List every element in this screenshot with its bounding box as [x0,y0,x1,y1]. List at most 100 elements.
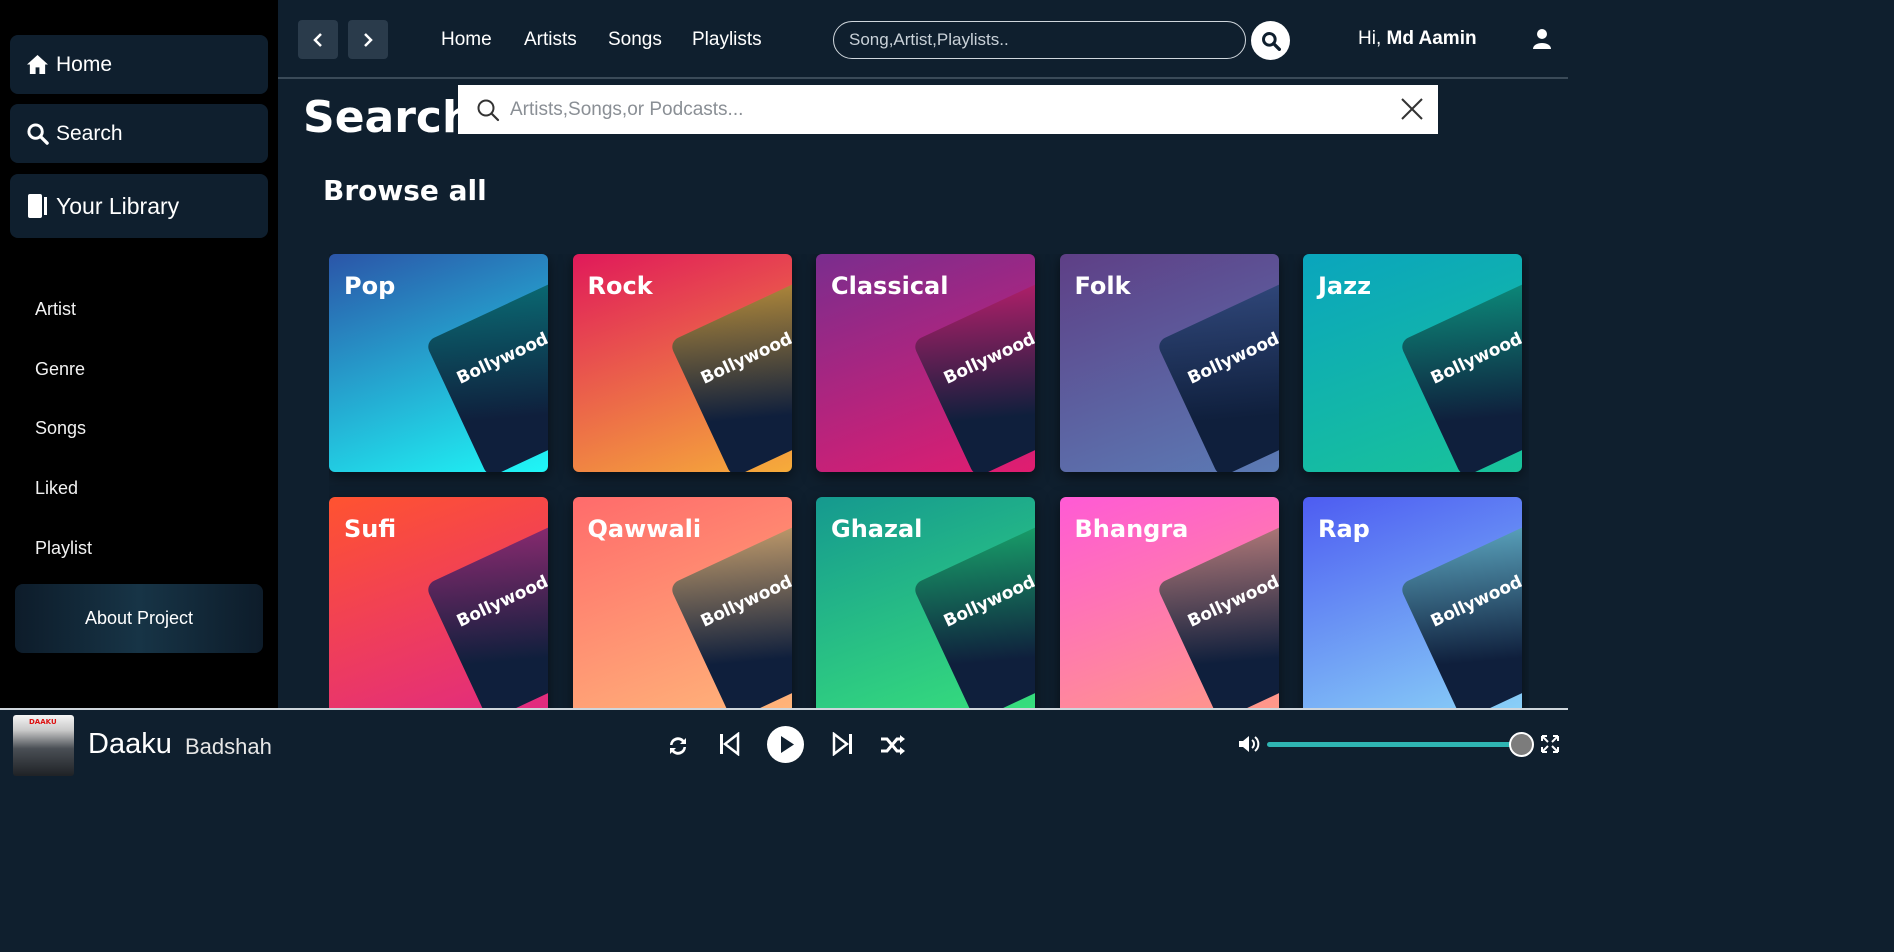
genre-card-title: Jazz [1318,272,1372,300]
genre-card-tile: Bollywood [1399,521,1522,708]
search-icon [1261,31,1281,51]
genre-card-title: Bhangra [1074,515,1189,543]
genre-card-title: Ghazal [831,515,923,543]
genre-card-tile-label: Bollywood [1184,328,1279,389]
library-icon [26,193,56,219]
volume-slider-track[interactable] [1267,742,1519,747]
expand-icon [1541,735,1559,753]
genre-card-tile-label: Bollywood [453,571,548,632]
greeting-text: Hi, [1358,28,1382,49]
sidebar-library-button[interactable]: Your Library [10,174,268,238]
close-icon[interactable] [1400,97,1424,121]
repeat-icon [670,737,686,755]
home-icon [26,54,56,75]
page-title: Search [303,92,474,143]
genre-card-tile-label: Bollywood [940,571,1035,632]
genre-card-tile-label: Bollywood [453,328,548,389]
album-cover-text: DAAKU [29,718,57,726]
play-icon [767,726,804,763]
next-track-button[interactable] [832,732,854,756]
genre-card-tile-label: Bollywood [697,328,792,389]
nav-link-playlists[interactable]: Playlists [692,29,762,51]
genre-card-title: Classical [831,272,949,300]
nav-link-artists[interactable]: Artists [524,29,577,51]
browse-all-heading: Browse all [323,174,487,207]
genre-card-title: Rap [1318,515,1370,543]
sidebar-home-button[interactable]: Home [10,35,268,94]
genre-card-title: Folk [1074,272,1131,300]
genre-card[interactable]: Classical Bollywood [816,254,1035,472]
shuffle-icon [881,735,905,755]
genre-card[interactable]: Qawwali Bollywood [572,497,792,708]
top-search-button[interactable] [1251,21,1290,60]
sidebar-search-button[interactable]: Search [10,104,268,163]
volume-slider-handle[interactable] [1509,732,1534,757]
sidebar-link-songs[interactable]: Songs [35,399,92,459]
repeat-button[interactable] [666,734,690,758]
nav-link-songs[interactable]: Songs [608,29,662,51]
forward-button[interactable] [348,20,388,59]
genre-card-tile-label: Bollywood [940,328,1035,389]
fullscreen-button[interactable] [1541,735,1559,753]
user-greeting: Hi, Md Aamin [1358,28,1477,50]
sidebar-link-liked[interactable]: Liked [35,459,92,519]
main-search-input[interactable]: Artists,Songs,or Podcasts... [458,85,1438,134]
sidebar-link-genre[interactable]: Genre [35,340,92,400]
genre-card[interactable]: Ghazal Bollywood [816,497,1035,708]
sidebar-link-playlist[interactable]: Playlist [35,518,92,578]
track-artist: Badshah [185,734,272,759]
sidebar-home-label: Home [56,52,113,76]
sidebar: Home Search Your Library Artist Genre So… [0,0,278,708]
genre-card-tile: Bollywood [1155,521,1279,708]
user-icon[interactable] [1532,28,1552,54]
skip-back-icon [720,732,740,756]
player-bar: DAAKU Daaku Badshah [0,708,1568,788]
genre-grid: Pop Bollywood Rock Bollywood Classical Bollyw… [329,254,1529,708]
top-search-input[interactable]: Song,Artist,Playlists.. [833,21,1246,59]
about-project-button[interactable]: About Project [15,584,263,653]
genre-card-tile-label: Bollywood [697,571,792,632]
chevron-left-icon [313,32,322,47]
genre-card-tile: Bollywood [1155,278,1279,472]
genre-card[interactable]: Folk Bollywood [1059,254,1279,472]
sidebar-links: Artist Genre Songs Liked Playlist [35,280,92,578]
main-search-placeholder: Artists,Songs,or Podcasts... [510,98,744,120]
genre-card-title: Qawwali [587,515,702,543]
top-navbar: Home Artists Songs Playlists Song,Artist… [278,0,1568,79]
username: Md Aamin [1386,28,1477,49]
genre-card-tile: Bollywood [668,521,792,708]
volume-button[interactable] [1238,734,1262,754]
chevron-right-icon [364,32,373,47]
genre-card-tile: Bollywood [668,278,792,472]
back-button[interactable] [298,20,338,59]
genre-card-title: Sufi [344,515,397,543]
search-icon [477,99,500,121]
play-button[interactable] [767,726,804,763]
genre-card[interactable]: Rock Bollywood [572,254,792,472]
sidebar-search-label: Search [56,121,123,145]
search-icon [26,122,56,145]
genre-card-tile: Bollywood [425,521,548,708]
previous-track-button[interactable] [718,732,740,756]
volume-icon [1239,736,1260,752]
genre-card-tile: Bollywood [912,521,1035,708]
sidebar-link-artist[interactable]: Artist [35,280,92,340]
genre-card[interactable]: Jazz Bollywood [1303,254,1522,472]
genre-card-title: Pop [344,272,396,300]
genre-card-tile: Bollywood [425,278,548,472]
genre-card[interactable]: Sufi Bollywood [329,497,548,708]
genre-card[interactable]: Rap Bollywood [1303,497,1522,708]
genre-card[interactable]: Bhangra Bollywood [1059,497,1279,708]
genre-card-tile: Bollywood [912,278,1035,472]
genre-card-tile-label: Bollywood [1427,328,1522,389]
genre-card-tile: Bollywood [1399,278,1522,472]
genre-card-tile-label: Bollywood [1184,571,1279,632]
shuffle-button[interactable] [880,734,906,756]
genre-card-tile-label: Bollywood [1427,571,1522,632]
track-title: Daaku [88,728,172,760]
nav-link-home[interactable]: Home [441,29,492,51]
genre-card[interactable]: Pop Bollywood [329,254,548,472]
genre-card-title: Rock [587,272,653,300]
album-cover: DAAKU [13,715,74,776]
sidebar-library-label: Your Library [56,192,180,219]
